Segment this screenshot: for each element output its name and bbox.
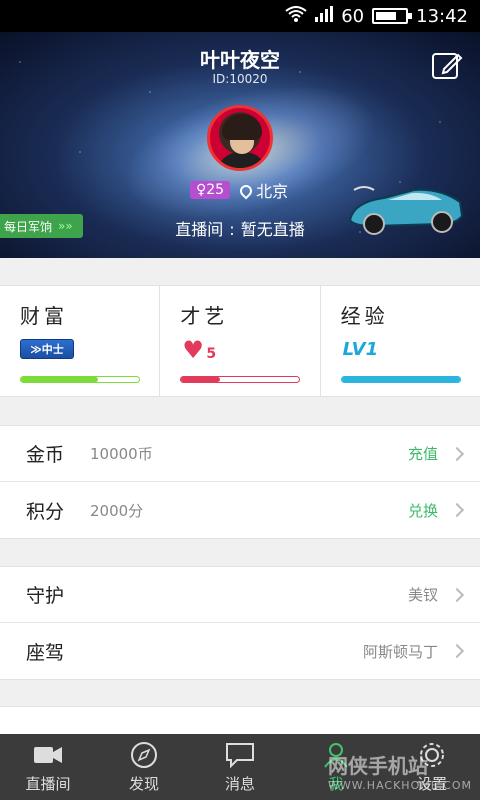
currency-group: 金币 10000币 充值 积分 2000分 兑换 <box>0 425 480 539</box>
tab-label: 发现 <box>128 775 159 793</box>
items-group: 守护 美钗 座驾 阿斯顿马丁 <box>0 566 480 680</box>
avatar[interactable] <box>207 105 273 171</box>
clock: 13:42 <box>416 5 468 27</box>
row-right: 美钗 <box>408 584 465 605</box>
progress-bar <box>340 376 461 383</box>
stat-talent[interactable]: 才艺 ♥ 5 <box>160 286 321 396</box>
chevron-right-icon <box>449 502 465 518</box>
talent-level: 5 <box>206 346 217 362</box>
wifi-icon <box>285 5 307 27</box>
status-bar: 60 13:42 <box>0 0 480 32</box>
chat-bubble-icon <box>225 742 255 769</box>
stat-wealth[interactable]: 财富 ≫ 中士 <box>0 286 161 396</box>
compass-icon <box>129 742 159 768</box>
chevron-right-icon <box>449 446 465 461</box>
gender-age-badge: ♀25 <box>190 181 231 199</box>
tab-discover[interactable]: 发现 <box>96 734 192 800</box>
watermark: 网侠手机站 WWW.HACKHOME.COM <box>327 754 472 792</box>
points-row[interactable]: 积分 2000分 兑换 <box>0 482 480 538</box>
level-badge: LV1 <box>342 339 379 360</box>
row-value: 2000分 <box>90 501 144 520</box>
guard-row[interactable]: 守护 美钗 <box>0 567 480 623</box>
row-name: 座驾 <box>26 641 65 664</box>
location-pin-icon <box>237 182 255 200</box>
stat-experience[interactable]: 经验 LV1 <box>321 286 480 396</box>
live-status: 暂无直播 <box>240 220 305 239</box>
chevron-right-icon <box>449 643 465 659</box>
location: 北京 <box>237 178 288 202</box>
profile-name: 叶叶夜空 <box>200 48 280 72</box>
signal-text: 60 <box>341 5 365 27</box>
profile-id: ID:10020 <box>212 72 268 86</box>
row-value: 10000币 <box>90 445 153 463</box>
row-name: 守护 <box>26 585 65 607</box>
tab-live[interactable]: 直播间 <box>0 734 96 800</box>
stat-label: 才艺 <box>180 304 229 328</box>
coins-row[interactable]: 金币 10000币 充值 <box>0 426 480 482</box>
heart-icon: ♥ <box>182 336 204 364</box>
battery-icon <box>372 8 413 24</box>
row-name: 金币 <box>26 444 65 466</box>
stat-label: 财富 <box>20 304 68 328</box>
row-name: 积分 <box>26 500 65 523</box>
stat-label: 经验 <box>340 304 389 328</box>
daily-reward-button[interactable]: 每日军饷 <box>0 214 83 238</box>
progress-fill <box>181 377 221 382</box>
row-right: 阿斯顿马丁 <box>363 641 465 662</box>
progress-fill <box>21 377 98 382</box>
exchange-button[interactable]: 兑换 <box>408 500 465 521</box>
stats-panel: 财富 ≫ 中士 才艺 ♥ 5 经验 LV1 <box>0 285 480 397</box>
chevron-right-icon <box>449 587 465 602</box>
bottom-tab-bar: 直播间 发现 消息 我 设置 网侠手机站 WWW.HACKHOME.COM <box>0 734 480 800</box>
rank-badge: ≫ 中士 <box>20 339 74 359</box>
vehicle-row[interactable]: 座驾 阿斯顿马丁 <box>0 623 480 679</box>
tab-label: 直播间 <box>25 775 71 793</box>
tab-messages[interactable]: 消息 <box>192 734 288 800</box>
progress-bar <box>20 376 140 383</box>
car-image <box>344 182 466 236</box>
cell-signal-icon <box>315 5 334 27</box>
tab-label: 消息 <box>224 775 255 793</box>
progress-bar <box>180 376 301 383</box>
profile-header: 叶叶夜空 ID:10020 ♀25 北京 直播间: 暂无直播 每日军饷 <box>0 32 480 258</box>
video-camera-icon <box>33 742 63 768</box>
edit-profile-icon[interactable] <box>430 48 464 82</box>
recharge-button[interactable]: 充值 <box>408 443 465 464</box>
profile-meta: ♀25 北京 <box>190 178 288 202</box>
live-label: 直播间 <box>175 220 224 239</box>
progress-fill <box>341 377 460 382</box>
live-separator: : <box>229 220 235 239</box>
